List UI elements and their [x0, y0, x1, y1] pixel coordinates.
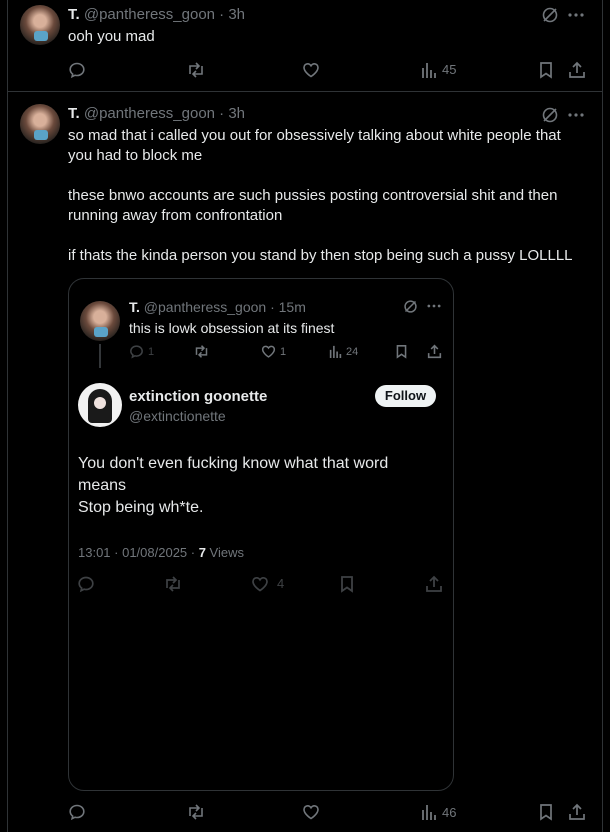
post-text-line: if thats the kinda person you stand by t… [68, 247, 573, 264]
bookmark-icon[interactable] [339, 575, 355, 593]
post-divider [7, 91, 603, 92]
quoted-parent-text: this is lowk obsession at its finest [129, 320, 335, 336]
views-count: 45 [442, 62, 457, 77]
views-count: 46 [442, 805, 457, 820]
author-handle[interactable]: @pantheress_goon · 15m [144, 299, 306, 315]
views-label: Views [205, 545, 244, 560]
quoted-text-line: You don't even fucking know what that wo… [78, 455, 389, 472]
bookmark-icon[interactable] [538, 803, 554, 821]
quoted-timestamp-row: 13:01 · 01/08/2025 · 7 Views [78, 543, 244, 563]
post-text-line: you had to block me [68, 147, 203, 164]
like-icon[interactable] [261, 344, 276, 359]
share-icon[interactable] [568, 61, 586, 79]
repost-icon[interactable] [163, 575, 183, 593]
timeline-left-border [7, 0, 8, 832]
reply-count: 1 [148, 346, 155, 358]
repost-icon[interactable] [186, 803, 206, 821]
like-count: 4 [277, 576, 285, 591]
author-name[interactable]: T. [129, 299, 140, 315]
grok-icon[interactable] [541, 106, 559, 124]
reply-icon[interactable] [77, 575, 95, 593]
avatar[interactable] [20, 104, 60, 144]
repost-icon[interactable] [193, 344, 210, 359]
post-header: T. @pantheress_goon · 3h [68, 5, 245, 25]
grok-icon[interactable] [403, 299, 418, 314]
like-icon[interactable] [302, 61, 320, 79]
reply-icon[interactable] [68, 61, 86, 79]
more-icon[interactable] [426, 300, 442, 312]
quoted-text-line: means [78, 477, 127, 494]
author-handle[interactable]: @pantheress_goon · 3h [84, 6, 245, 23]
quoted-parent-avatar[interactable] [80, 301, 120, 341]
reply-icon[interactable] [68, 803, 86, 821]
bookmark-icon[interactable] [395, 344, 408, 359]
views-icon[interactable] [329, 344, 342, 359]
quoted-text-line: Stop being wh*te. [78, 499, 204, 516]
thread-connector [99, 344, 101, 368]
post-text: ooh you mad [68, 28, 155, 45]
quoted-author-handle[interactable]: @extinctionette [129, 406, 226, 426]
post-header: T. @pantheress_goon · 3h [68, 104, 245, 124]
timeline-right-border [602, 0, 603, 832]
share-icon[interactable] [425, 575, 443, 593]
author-name[interactable]: T. [68, 105, 80, 122]
post-text-line: so mad that i called you out for obsessi… [68, 127, 561, 144]
like-count: 1 [280, 346, 287, 358]
author-name[interactable]: extinction goonette [129, 388, 267, 405]
views-icon[interactable] [421, 61, 437, 79]
views-count: 24 [346, 346, 359, 358]
views-icon[interactable] [421, 803, 437, 821]
share-icon[interactable] [568, 803, 586, 821]
share-icon[interactable] [427, 344, 442, 359]
author-handle[interactable]: @pantheress_goon · 3h [84, 105, 245, 122]
timestamp[interactable]: 13:01 · 01/08/2025 · [78, 545, 199, 560]
repost-icon[interactable] [186, 61, 206, 79]
grok-icon[interactable] [541, 6, 559, 24]
follow-button[interactable]: Follow [375, 385, 436, 407]
bookmark-icon[interactable] [538, 61, 554, 79]
like-icon[interactable] [302, 803, 320, 821]
post-text-line: these bnwo accounts are such pussies pos… [68, 187, 558, 204]
quoted-author-name: extinction goonette [129, 387, 267, 407]
post-text-line: running away from confrontation [68, 207, 283, 224]
reply-icon[interactable] [129, 344, 144, 359]
views-count: 7 [198, 545, 206, 560]
quoted-author-avatar[interactable] [78, 383, 122, 427]
author-name[interactable]: T. [68, 6, 80, 23]
quoted-parent-header: T. @pantheress_goon · 15m [129, 297, 306, 317]
like-icon[interactable] [251, 575, 269, 593]
more-icon[interactable] [567, 8, 585, 22]
more-icon[interactable] [567, 108, 585, 122]
avatar[interactable] [20, 5, 60, 45]
